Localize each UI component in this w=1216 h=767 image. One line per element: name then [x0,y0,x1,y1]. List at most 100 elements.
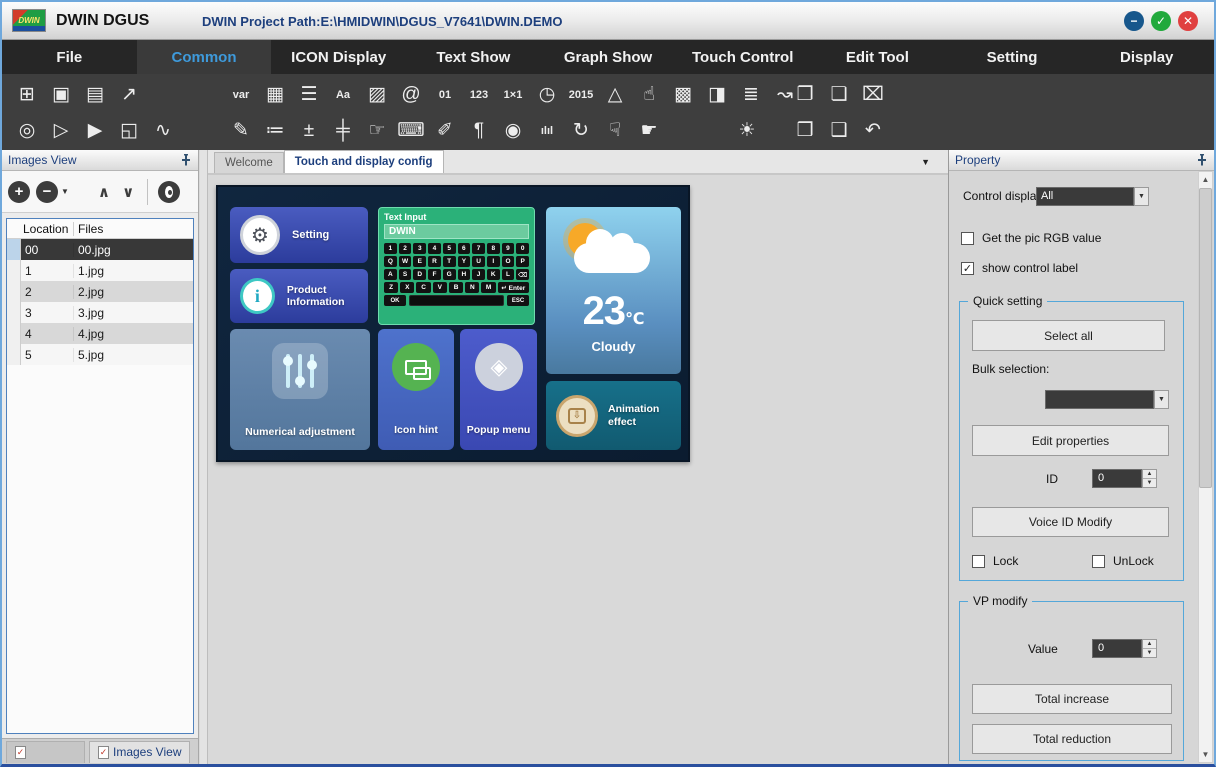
copy-icon[interactable]: ❐ [788,78,822,111]
menu-icon-display[interactable]: ICON Display [271,40,406,74]
total-reduction-button[interactable]: Total reduction [972,724,1172,754]
audio-wave-icon[interactable]: ılıl [530,114,564,147]
pin-icon[interactable] [180,154,192,166]
file-row-2[interactable]: 2 2.jpg [7,281,193,302]
hmi-preview-image[interactable]: ⚙ Setting i Product Information Text Inp… [216,185,690,462]
tab-touch-display-config[interactable]: Touch and display config [284,150,444,173]
play-icon[interactable]: ▷ [44,114,78,147]
value-spin-arrows-icon[interactable]: ▲▼ [1142,639,1157,658]
menu-edit-tool[interactable]: Edit Tool [810,40,945,74]
visibility-icon[interactable] [158,181,180,203]
export-icon[interactable]: ↗ [112,78,146,111]
move-up-icon[interactable]: ∧ [95,183,113,201]
menu-file[interactable]: File [2,40,137,74]
disk-search-icon[interactable]: ◉ [496,114,530,147]
screen-scale-icon[interactable]: ◱ [112,114,146,147]
pin-icon[interactable] [1196,154,1208,166]
video-play-icon[interactable]: ▶ [78,114,112,147]
slide-gesture-icon[interactable]: ☟ [598,114,632,147]
edit-properties-button[interactable]: Edit properties [972,425,1169,456]
bulk-selection-caret-icon[interactable]: ▼ [1154,390,1169,409]
file-row-4[interactable]: 4 4.jpg [7,323,193,344]
confirm-button[interactable]: ✓ [1151,11,1171,31]
image-display-icon[interactable]: ▨ [360,78,394,111]
scrollbar-thumb[interactable] [1199,188,1212,488]
zoom-out-caret-icon[interactable]: ▼ [61,187,69,196]
bulk-selection-combo[interactable] [1045,390,1154,409]
zoom-out-icon[interactable]: − [36,181,58,203]
menu-common[interactable]: Common [137,40,272,74]
move-down-icon[interactable]: ∨ [119,183,137,201]
menu-display[interactable]: Display [1079,40,1214,74]
slider-adjust-icon[interactable]: ╪ [326,114,360,147]
number-display-icon[interactable]: 123 [462,78,496,111]
menu-touch-control[interactable]: Touch Control [675,40,810,74]
get-rgb-checkbox[interactable] [961,232,974,245]
icon-animation-icon[interactable]: ▦ [258,78,292,111]
zoom-in-icon[interactable]: + [8,181,30,203]
id-spin-arrows-icon[interactable]: ▲▼ [1142,469,1157,488]
id-spinbox[interactable]: 0 [1092,469,1142,488]
time-display-icon[interactable]: @ [394,78,428,111]
menu-graph-show[interactable]: Graph Show [541,40,676,74]
file-row-3[interactable]: 3 3.jpg [7,302,193,323]
rotate-gesture-icon[interactable]: ↻ [564,114,598,147]
menu-setting[interactable]: Setting [945,40,1080,74]
panel-splitter[interactable] [200,150,208,764]
menu-text-show[interactable]: Text Show [406,40,541,74]
doc-edit-icon[interactable]: ✎ [224,114,258,147]
clock-display-icon[interactable]: ◷ [530,78,564,111]
delete-icon[interactable]: ⌧ [856,78,890,111]
control-display-combo[interactable]: All [1036,187,1134,206]
dock-tab-hidden[interactable] [6,741,85,763]
file-row-5[interactable]: 5 5.jpg [7,344,193,365]
keyboard-config-icon[interactable]: ⌨ [394,114,428,147]
file-row-1[interactable]: 1 1.jpg [7,260,193,281]
lock-checkbox[interactable] [972,555,985,568]
print-icon[interactable]: ▤ [78,78,112,111]
minimize-button[interactable]: − [1124,11,1144,31]
unlock-checkbox[interactable] [1092,555,1105,568]
brightness-icon[interactable]: ☀ [730,114,764,147]
text-display-icon[interactable]: Aa [326,78,360,111]
design-canvas[interactable]: ⚙ Setting i Product Information Text Inp… [208,177,948,764]
graph-shapes-icon[interactable]: △ [598,78,632,111]
data-window-icon[interactable]: ≣ [734,78,768,111]
list-config-icon[interactable]: ≔ [258,114,292,147]
property-scrollbar[interactable]: ▲ ▼ [1198,171,1213,763]
data-variable-icon[interactable]: 01 [428,78,462,111]
voice-id-modify-button[interactable]: Voice ID Modify [972,507,1169,537]
text-note-icon[interactable]: ¶ [462,114,496,147]
paste-icon[interactable]: ❏ [822,78,856,111]
undo-icon[interactable]: ↶ [856,114,890,147]
dock-tab-images-view[interactable]: Images View [89,741,190,763]
preview-icon[interactable]: ◎ [10,114,44,147]
plus-minus-icon[interactable]: ± [292,114,326,147]
value-spinbox[interactable]: 0 [1092,639,1142,658]
control-display-caret-icon[interactable]: ▼ [1134,187,1149,206]
touch-form-icon[interactable]: ☝ [632,78,666,111]
pencil-edit-icon[interactable]: ✐ [428,114,462,147]
rtc-display-icon[interactable]: 2015 [564,78,598,111]
select-all-button[interactable]: Select all [972,320,1165,351]
slider-config-icon[interactable]: ☰ [292,78,326,111]
show-control-label-checkbox[interactable]: ✓ [961,262,974,275]
touch-press-icon[interactable]: ☞ [360,114,394,147]
char-display-icon[interactable]: 1×1 [496,78,530,111]
scroll-down-icon[interactable]: ▼ [1199,747,1212,762]
file-row-00[interactable]: 00 00.jpg [7,239,193,260]
save-icon[interactable]: ▣ [44,78,78,111]
close-button[interactable]: ✕ [1178,11,1198,31]
tab-welcome[interactable]: Welcome [214,152,284,173]
curve-icon[interactable]: ∿ [146,114,180,147]
qr-code-icon[interactable]: ▩ [666,78,700,111]
drag-gesture-icon[interactable]: ☛ [632,114,666,147]
tab-list-caret-icon[interactable]: ▼ [921,157,930,167]
var-display-icon[interactable]: var [224,78,258,111]
paste-page-icon[interactable]: ❑ [822,114,856,147]
total-increase-button[interactable]: Total increase [972,684,1172,714]
image-switch-icon[interactable]: ◨ [700,78,734,111]
new-file-icon[interactable]: ⊞ [10,78,44,111]
copy-page-icon[interactable]: ❒ [788,114,822,147]
scroll-up-icon[interactable]: ▲ [1199,172,1212,187]
